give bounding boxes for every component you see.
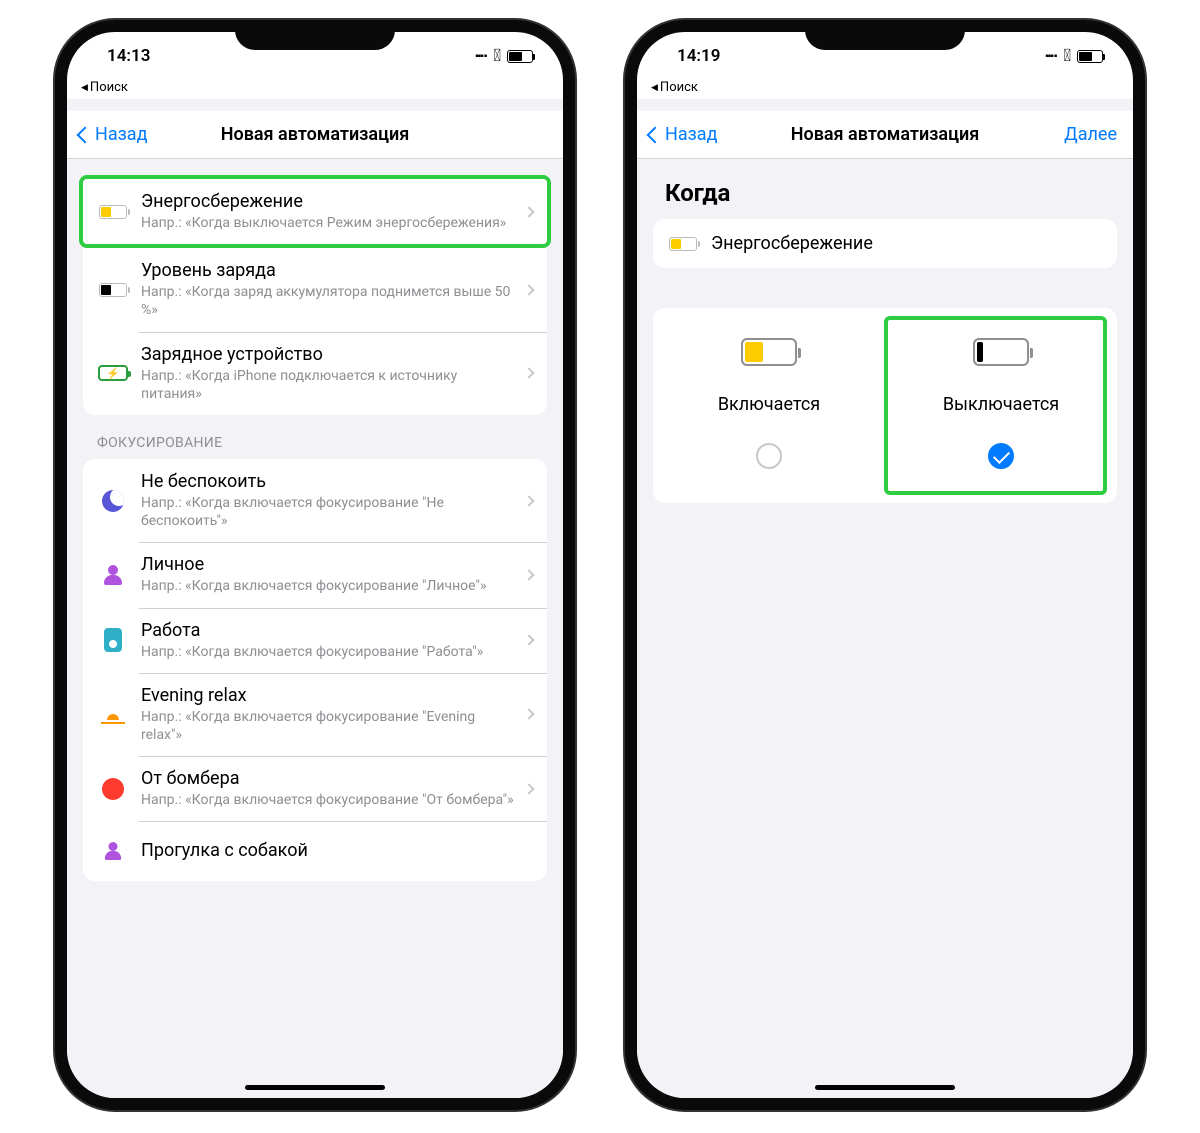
nav-header: Назад Новая автоматизация xyxy=(67,111,563,159)
phone-right: 14:19 ▪▪ 􀙇 Поиск Назад Новая автоматизац… xyxy=(625,20,1145,1110)
choice-turns-off[interactable]: Выключается xyxy=(885,338,1117,469)
highlight-box: Энергосбережение Напр.: «Когда выключает… xyxy=(79,175,551,248)
screen-left: 14:13 ▪▪ 􀙇 Поиск Назад Новая автоматизац… xyxy=(67,32,563,1098)
screen-right: 14:19 ▪▪ 􀙇 Поиск Назад Новая автоматизац… xyxy=(637,32,1133,1098)
row-subtitle: Напр.: «Когда включается фокусирование "… xyxy=(141,494,517,530)
content-right[interactable]: Когда Энергосбережение Включается Выключ… xyxy=(637,159,1133,1098)
chevron-right-icon xyxy=(523,709,534,720)
battery-level-icon xyxy=(97,274,129,306)
row-subtitle: Напр.: «Когда включается фокусирование "… xyxy=(141,577,517,595)
chevron-right-icon xyxy=(523,634,534,645)
status-icons: ▪▪ 􀙇 xyxy=(1045,46,1103,66)
red-circle-icon xyxy=(97,773,129,805)
row-subtitle: Напр.: «Когда включается фокусирование "… xyxy=(141,643,517,661)
row-low-power-mode[interactable]: Энергосбережение Напр.: «Когда выключает… xyxy=(83,179,547,244)
choice-card: Включается Выключается xyxy=(653,308,1117,503)
back-to-search[interactable]: Поиск xyxy=(637,80,1133,99)
row-personal[interactable]: Личное Напр.: «Когда включается фокусиро… xyxy=(83,542,547,607)
status-time: 14:19 xyxy=(677,46,720,66)
person-icon xyxy=(97,559,129,591)
trigger-label: Энергосбережение xyxy=(711,233,873,254)
charger-icon: ⚡ xyxy=(97,357,129,389)
notch xyxy=(235,20,395,50)
row-charger[interactable]: ⚡ Зарядное устройство Напр.: «Когда iPho… xyxy=(83,332,547,415)
badge-icon xyxy=(97,624,129,656)
status-time: 14:13 xyxy=(107,46,150,66)
choice-label-off: Выключается xyxy=(943,394,1059,415)
row-title: Уровень заряда xyxy=(141,260,517,281)
radio-unchecked[interactable] xyxy=(756,443,782,469)
row-title: Не беспокоить xyxy=(141,471,517,492)
next-button[interactable]: Далее xyxy=(1064,124,1117,145)
page-title: Новая автоматизация xyxy=(653,124,1117,145)
row-subtitle: Напр.: «Когда iPhone подключается к исто… xyxy=(141,367,517,403)
row-title: Прогулка с собакой xyxy=(141,840,533,861)
row-title: Работа xyxy=(141,620,517,641)
row-subtitle: Напр.: «Когда заряд аккумулятора подниме… xyxy=(141,283,517,319)
row-dnd[interactable]: Не беспокоить Напр.: «Когда включается ф… xyxy=(83,459,547,542)
wifi-icon: 􀙇 xyxy=(1063,46,1071,66)
choice-label-on: Включается xyxy=(718,394,820,415)
section-header-focus: ФОКУСИРОВАНИЕ xyxy=(67,435,563,459)
radio-checked[interactable] xyxy=(988,443,1014,469)
moon-icon xyxy=(97,485,129,517)
home-indicator[interactable] xyxy=(245,1085,385,1090)
choice-turns-on[interactable]: Включается xyxy=(653,338,885,469)
chevron-right-icon xyxy=(523,284,534,295)
chevron-right-icon xyxy=(523,569,534,580)
row-title: Энергосбережение xyxy=(141,191,517,212)
content-left[interactable]: Энергосбережение Напр.: «Когда выключает… xyxy=(67,159,563,1098)
when-title: Когда xyxy=(637,159,1133,219)
battery-on-icon xyxy=(741,338,797,366)
back-to-search[interactable]: Поиск xyxy=(67,80,563,99)
notch xyxy=(805,20,965,50)
row-battery-level[interactable]: Уровень заряда Напр.: «Когда заряд аккум… xyxy=(83,248,547,331)
chevron-right-icon xyxy=(523,206,534,217)
wifi-icon: 􀙇 xyxy=(493,46,501,66)
chevron-right-icon xyxy=(523,368,534,379)
phone-left: 14:13 ▪▪ 􀙇 Поиск Назад Новая автоматизац… xyxy=(55,20,575,1110)
signal-icon: ▪▪ xyxy=(1045,51,1057,62)
sheet-gap xyxy=(67,99,563,111)
low-power-icon xyxy=(669,237,697,251)
row-dog-walk[interactable]: Прогулка с собакой xyxy=(83,821,547,881)
people-icon xyxy=(97,835,129,867)
sunset-icon xyxy=(97,698,129,730)
back-button[interactable]: Назад xyxy=(79,124,147,145)
sheet-gap xyxy=(637,99,1133,111)
home-indicator[interactable] xyxy=(815,1085,955,1090)
battery-off-icon xyxy=(973,338,1029,366)
low-power-icon xyxy=(97,196,129,228)
battery-icon xyxy=(1077,50,1103,63)
row-title: Evening relax xyxy=(141,685,517,706)
status-icons: ▪▪ 􀙇 xyxy=(475,46,533,66)
row-evening-relax[interactable]: Evening relax Напр.: «Когда включается ф… xyxy=(83,673,547,756)
page-title: Новая автоматизация xyxy=(83,124,547,145)
row-subtitle: Напр.: «Когда включается фокусирование "… xyxy=(141,708,517,744)
row-title: Личное xyxy=(141,554,517,575)
back-button[interactable]: Назад xyxy=(649,124,717,145)
row-subtitle: Напр.: «Когда включается фокусирование "… xyxy=(141,791,517,809)
row-title: От бомбера xyxy=(141,768,517,789)
row-work[interactable]: Работа Напр.: «Когда включается фокусиро… xyxy=(83,608,547,673)
battery-icon xyxy=(507,50,533,63)
signal-icon: ▪▪ xyxy=(475,51,487,62)
chevron-right-icon xyxy=(523,495,534,506)
nav-header: Назад Новая автоматизация Далее xyxy=(637,111,1133,159)
row-title: Зарядное устройство xyxy=(141,344,517,365)
row-subtitle: Напр.: «Когда выключается Режим энергосб… xyxy=(141,214,517,232)
trigger-summary: Энергосбережение xyxy=(653,219,1117,268)
row-bomber[interactable]: От бомбера Напр.: «Когда включается фоку… xyxy=(83,756,547,821)
chevron-right-icon xyxy=(523,783,534,794)
